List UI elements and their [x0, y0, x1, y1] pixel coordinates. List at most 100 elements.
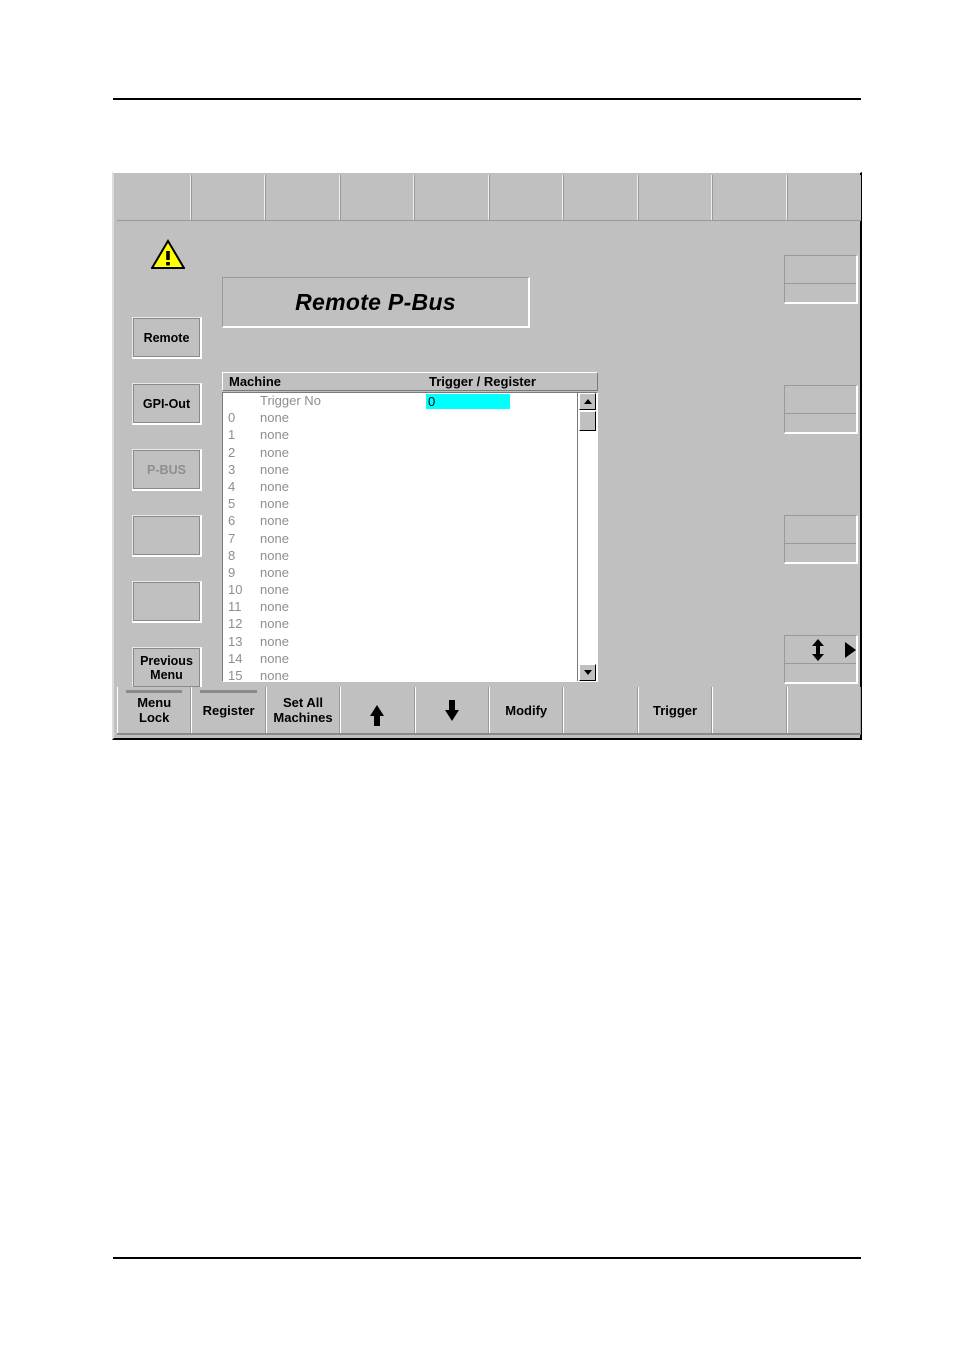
- top-menu-cell-6[interactable]: [564, 175, 639, 221]
- list-row[interactable]: 12 none: [223, 616, 597, 633]
- softkey-blank[interactable]: [563, 687, 638, 733]
- list-row[interactable]: 0 none: [223, 410, 597, 427]
- device-panel: Remote GPI-Out P-BUS Previous Menu Remote P-…: [112, 172, 862, 740]
- list-row[interactable]: 1 none: [223, 427, 597, 444]
- softkey-modify[interactable]: Modify: [489, 687, 564, 733]
- list-row-machine-name: none: [260, 478, 289, 494]
- softkey-label: Menu: [137, 695, 172, 710]
- rail-button-remote[interactable]: Remote: [132, 317, 202, 359]
- top-menu-cell-9[interactable]: [787, 175, 861, 221]
- softkey-blank[interactable]: [786, 687, 862, 733]
- list-row-machine-name: none: [260, 461, 289, 477]
- softkey-arrow-up-icon[interactable]: [340, 687, 415, 733]
- list-scrollbar[interactable]: [577, 393, 596, 681]
- up-down-arrow-icon[interactable]: [811, 639, 825, 661]
- right-rail-widget-lower: [785, 414, 856, 432]
- list-row[interactable]: 3 none: [223, 462, 597, 479]
- softkey-set-all[interactable]: Set All Machines: [265, 687, 341, 733]
- list-row[interactable]: 14 none: [223, 651, 597, 668]
- page-rule-top: [113, 98, 861, 100]
- top-menu-cell-3[interactable]: [340, 175, 415, 221]
- right-rail-widget-1[interactable]: [784, 385, 858, 434]
- top-menu-cell-5[interactable]: [489, 175, 564, 221]
- list-row-machine-id: 4: [228, 478, 236, 494]
- top-menu-bar: [117, 175, 861, 221]
- list-row-machine-id: 0: [228, 410, 236, 426]
- right-triangle-icon[interactable]: [845, 642, 856, 658]
- right-rail-widget-upper: [785, 516, 856, 544]
- list-row[interactable]: 7 none: [223, 531, 597, 548]
- panel-title-plate: Remote P-Bus: [222, 277, 530, 328]
- rail-button-blank[interactable]: [132, 515, 202, 557]
- rail-button-blank[interactable]: [132, 581, 202, 623]
- softkey-indicator-bar: [200, 690, 257, 693]
- warning-triangle-icon: [150, 239, 186, 269]
- list-row[interactable]: Trigger No 0: [223, 393, 597, 410]
- page-rule-bottom: [113, 1257, 861, 1259]
- list-row[interactable]: 10 none: [223, 582, 597, 599]
- list-row-machine-name: none: [260, 582, 289, 598]
- right-rail-widget-upper: [785, 636, 856, 664]
- top-menu-cell-8[interactable]: [713, 175, 788, 221]
- list-row[interactable]: 8 none: [223, 548, 597, 565]
- arrow-up-icon: [370, 704, 385, 726]
- rail-button-label: [133, 582, 200, 621]
- list-row-machine-name: none: [260, 547, 289, 563]
- list-row-machine-name: none: [260, 513, 289, 529]
- rail-button-previous[interactable]: Previous Menu: [132, 647, 202, 689]
- column-header-machine: Machine: [229, 374, 282, 389]
- list-row[interactable]: 4 none: [223, 479, 597, 496]
- list-row-machine-name: none: [260, 427, 289, 443]
- list-row-machine-name: none: [260, 564, 289, 580]
- list-row-machine-id: 1: [228, 427, 236, 443]
- right-rail-widget-lower: [785, 664, 856, 682]
- rail-button-label: [133, 516, 200, 555]
- softkey-trigger[interactable]: Trigger: [637, 687, 713, 733]
- softkey-label: Modify: [505, 702, 548, 718]
- scroll-down-arrow-icon[interactable]: [579, 664, 596, 681]
- list-row-machine-name: none: [260, 616, 289, 632]
- top-menu-cell-7[interactable]: [638, 175, 713, 221]
- rail-button-label: P-BUS: [133, 450, 200, 489]
- list-row-machine-name: none: [260, 599, 289, 615]
- rail-button-p-bus[interactable]: P-BUS: [132, 449, 202, 491]
- rail-button-label: Remote: [133, 318, 200, 357]
- list-row[interactable]: 5 none: [223, 496, 597, 513]
- list-row-machine-id: 2: [228, 444, 236, 460]
- trigger-no-input[interactable]: 0: [426, 394, 510, 409]
- softkey-menu[interactable]: Menu Lock: [117, 687, 192, 733]
- scrollbar-thumb[interactable]: [579, 411, 596, 431]
- top-menu-cell-1[interactable]: [191, 175, 266, 221]
- list-row[interactable]: 11 none: [223, 599, 597, 616]
- list-row[interactable]: 13 none: [223, 634, 597, 651]
- list-row-machine-name: none: [260, 530, 289, 546]
- list-row[interactable]: 6 none: [223, 513, 597, 530]
- rail-button-gpi-out[interactable]: GPI-Out: [132, 383, 202, 425]
- right-rail-widget-lower: [785, 284, 856, 302]
- list-header: Machine Trigger / Register: [222, 372, 598, 391]
- list-row-machine-id: 9: [228, 564, 236, 580]
- softkey-blank[interactable]: [712, 687, 787, 733]
- right-rail-widget-3[interactable]: [784, 635, 858, 684]
- softkey-label: Set All: [283, 695, 323, 710]
- list-row[interactable]: 9 none: [223, 565, 597, 582]
- right-rail-widget-upper: [785, 386, 856, 414]
- top-menu-cell-4[interactable]: [415, 175, 490, 221]
- list-row-machine-name: Trigger No: [260, 393, 321, 408]
- left-rail: Remote GPI-Out P-BUS Previous Menu: [123, 239, 203, 689]
- softkey-bar: Menu Lock Register Set All Machines Modify Tri…: [117, 687, 862, 735]
- scroll-up-arrow-icon[interactable]: [579, 393, 596, 410]
- rail-button-label: Previous Menu: [133, 648, 200, 687]
- list-body[interactable]: Trigger No 0 0 none 1 none 2 none 3 none 4 none 5 non…: [222, 392, 598, 682]
- softkey-register[interactable]: Register: [191, 687, 266, 733]
- list-row-machine-id: 7: [228, 530, 236, 546]
- right-rail-widget-2[interactable]: [784, 515, 858, 564]
- right-rail-widget-0[interactable]: [784, 255, 858, 304]
- list-row[interactable]: 15 none: [223, 668, 597, 681]
- top-menu-cell-2[interactable]: [266, 175, 341, 221]
- softkey-label: Trigger: [653, 702, 698, 718]
- top-menu-cell-0[interactable]: [117, 175, 192, 221]
- list-row[interactable]: 2 none: [223, 445, 597, 462]
- right-rail: [780, 239, 858, 684]
- softkey-arrow-down-icon[interactable]: [414, 687, 490, 733]
